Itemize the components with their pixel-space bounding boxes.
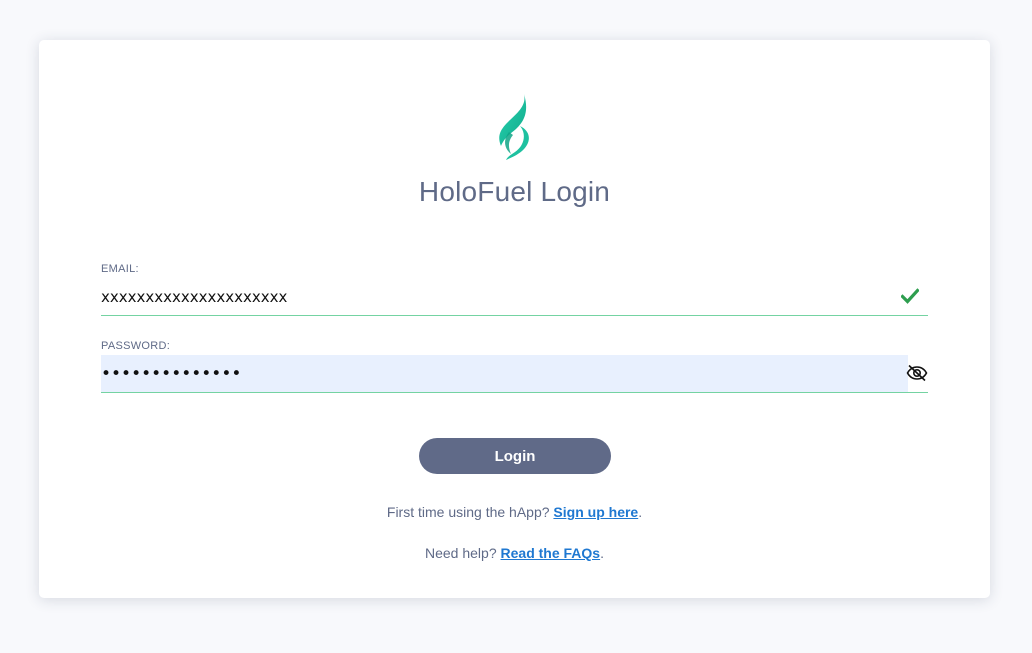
- password-label: PASSWORD:: [101, 340, 171, 352]
- signup-prompt: First time using the hApp? Sign up here.: [39, 504, 990, 520]
- signup-prefix: First time using the hApp?: [386, 504, 554, 520]
- page-title: HoloFuel Login: [418, 176, 611, 207]
- eye-slash-icon[interactable]: [906, 364, 928, 382]
- login-button[interactable]: Login: [419, 438, 611, 474]
- faq-prompt: Need help? Read the FAQs.: [39, 545, 990, 561]
- email-field[interactable]: [101, 278, 891, 315]
- faq-prefix: Need help?: [425, 545, 501, 561]
- login-card: HoloFuel Login EMAIL: PASSWORD: Login Fi…: [39, 40, 990, 598]
- holo-flame-logo-icon: [499, 94, 529, 160]
- faq-suffix: .: [600, 545, 604, 561]
- email-label: EMAIL:: [101, 263, 139, 275]
- faq-link[interactable]: Read the FAQs: [501, 545, 601, 561]
- signup-link[interactable]: Sign up here: [553, 504, 638, 520]
- email-field-wrapper: [101, 278, 928, 316]
- signup-suffix: .: [638, 504, 643, 520]
- check-icon: [901, 288, 919, 304]
- password-field[interactable]: [101, 355, 908, 392]
- password-field-wrapper: [101, 355, 928, 393]
